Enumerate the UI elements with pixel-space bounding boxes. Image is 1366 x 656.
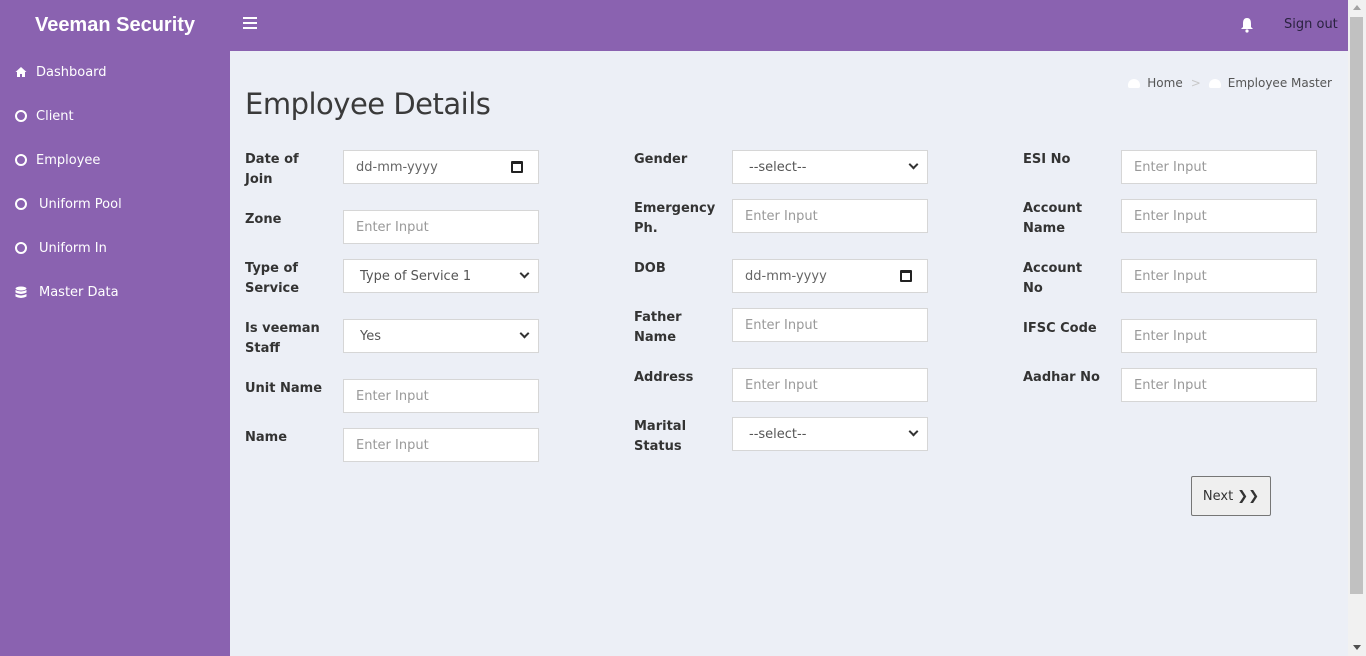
- scroll-thumb[interactable]: [1350, 17, 1363, 594]
- circle-icon: [15, 154, 27, 166]
- breadcrumb-separator: >: [1190, 76, 1201, 90]
- is-veeman-staff-label: Is veeman Staff: [245, 321, 320, 356]
- gender-label: Gender: [634, 152, 688, 167]
- brand-logo[interactable]: Veeman Security: [0, 0, 230, 51]
- ifsc-code-label: IFSC Code: [1023, 321, 1097, 336]
- sidebar-item-dashboard[interactable]: Dashboard: [15, 61, 107, 83]
- circle-icon: [15, 110, 27, 122]
- select-value: Type of Service 1: [360, 268, 472, 284]
- input-placeholder: Enter Input: [745, 208, 818, 224]
- page-title: Employee Details: [245, 87, 491, 121]
- input-placeholder: Enter Input: [356, 219, 429, 235]
- scroll-down-arrow-icon[interactable]: [1353, 645, 1361, 650]
- date-placeholder: dd-mm-yyyy: [745, 268, 827, 284]
- calendar-icon[interactable]: [900, 270, 912, 282]
- type-of-service-label: Type of Service: [245, 261, 300, 296]
- dashboard-icon: [1208, 78, 1221, 88]
- main-content: Home > Employee Master Employee Details …: [230, 51, 1348, 656]
- aadhar-no-label: Aadhar No: [1023, 370, 1100, 385]
- dob-input[interactable]: dd-mm-yyyy: [732, 259, 928, 293]
- chevron-down-icon: [908, 426, 919, 437]
- zone-label: Zone: [245, 212, 282, 227]
- dashboard-icon: [1128, 78, 1141, 88]
- type-of-service-select[interactable]: Type of Service 1: [343, 259, 539, 293]
- ifsc-code-input[interactable]: Enter Input: [1121, 319, 1317, 353]
- input-placeholder: Enter Input: [745, 317, 818, 333]
- father-name-input[interactable]: Enter Input: [732, 308, 928, 342]
- date-placeholder: dd-mm-yyyy: [356, 159, 438, 175]
- breadcrumb-current: Employee Master: [1227, 76, 1332, 90]
- chevron-down-icon: [908, 159, 919, 170]
- input-placeholder: Enter Input: [1134, 268, 1207, 284]
- bell-icon[interactable]: [1240, 17, 1254, 33]
- input-placeholder: Enter Input: [745, 377, 818, 393]
- home-icon: [15, 66, 27, 78]
- unit-name-input[interactable]: Enter Input: [343, 379, 539, 413]
- circle-icon: [15, 198, 27, 210]
- account-name-label: Account Name: [1023, 201, 1083, 236]
- next-button[interactable]: Next ❯❯: [1191, 476, 1271, 516]
- sidebar-item-client[interactable]: Client: [15, 105, 74, 127]
- calendar-icon[interactable]: [511, 161, 523, 173]
- account-no-input[interactable]: Enter Input: [1121, 259, 1317, 293]
- emergency-phone-input[interactable]: Enter Input: [732, 199, 928, 233]
- name-label: Name: [245, 430, 288, 445]
- breadcrumb-home[interactable]: Home: [1147, 76, 1182, 90]
- sidebar-item-label: Dashboard: [36, 64, 107, 80]
- sidebar-item-employee[interactable]: Employee: [15, 149, 100, 171]
- zone-input[interactable]: Enter Input: [343, 210, 539, 244]
- date-of-join-label: Date of Join: [245, 152, 299, 187]
- sidebar-item-label: Employee: [36, 152, 101, 168]
- sign-out-link[interactable]: Sign out: [1284, 17, 1338, 32]
- esi-no-input[interactable]: Enter Input: [1121, 150, 1317, 184]
- breadcrumb: Home > Employee Master: [1128, 76, 1332, 90]
- chevron-down-icon: [519, 328, 530, 339]
- marital-status-select[interactable]: --select--: [732, 417, 928, 451]
- unit-name-label: Unit Name: [245, 381, 323, 396]
- address-input[interactable]: Enter Input: [732, 368, 928, 402]
- name-input[interactable]: Enter Input: [343, 428, 539, 462]
- select-value: Yes: [360, 328, 381, 344]
- is-veeman-staff-select[interactable]: Yes: [343, 319, 539, 353]
- chevron-down-icon: [519, 268, 530, 279]
- sidebar: Dashboard Client Employee Uniform Pool U…: [0, 51, 230, 656]
- address-label: Address: [634, 370, 694, 385]
- input-placeholder: Enter Input: [1134, 208, 1207, 224]
- dob-label: DOB: [634, 261, 666, 276]
- input-placeholder: Enter Input: [1134, 328, 1207, 344]
- emergency-phone-label: Emergency Ph.: [634, 201, 716, 236]
- sidebar-item-label: Client: [36, 108, 74, 124]
- input-placeholder: Enter Input: [1134, 377, 1207, 393]
- input-placeholder: Enter Input: [356, 437, 429, 453]
- esi-no-label: ESI No: [1023, 152, 1071, 167]
- gender-select[interactable]: --select--: [732, 150, 928, 184]
- sidebar-item-label: Master Data: [39, 284, 119, 300]
- hamburger-icon[interactable]: [243, 17, 257, 31]
- input-placeholder: Enter Input: [356, 388, 429, 404]
- top-bar: Veeman Security Sign out: [0, 0, 1348, 51]
- sidebar-item-master-data[interactable]: Master Data: [15, 281, 119, 303]
- sidebar-item-label: Uniform Pool: [39, 196, 122, 212]
- account-name-input[interactable]: Enter Input: [1121, 199, 1317, 233]
- father-name-label: Father Name: [634, 310, 682, 345]
- date-of-join-input[interactable]: dd-mm-yyyy: [343, 150, 539, 184]
- page-scrollbar[interactable]: [1348, 0, 1366, 656]
- sidebar-item-uniform-in[interactable]: Uniform In: [15, 237, 107, 259]
- sidebar-item-uniform-pool[interactable]: Uniform Pool: [15, 193, 122, 215]
- circle-icon: [15, 242, 27, 254]
- select-value: --select--: [749, 426, 807, 442]
- marital-status-label: Marital Status: [634, 419, 687, 454]
- database-icon: [15, 286, 27, 298]
- sidebar-item-label: Uniform In: [39, 240, 107, 256]
- select-value: --select--: [749, 159, 807, 175]
- input-placeholder: Enter Input: [1134, 159, 1207, 175]
- aadhar-no-input[interactable]: Enter Input: [1121, 368, 1317, 402]
- account-no-label: Account No: [1023, 261, 1083, 296]
- scroll-up-arrow-icon[interactable]: [1353, 5, 1361, 10]
